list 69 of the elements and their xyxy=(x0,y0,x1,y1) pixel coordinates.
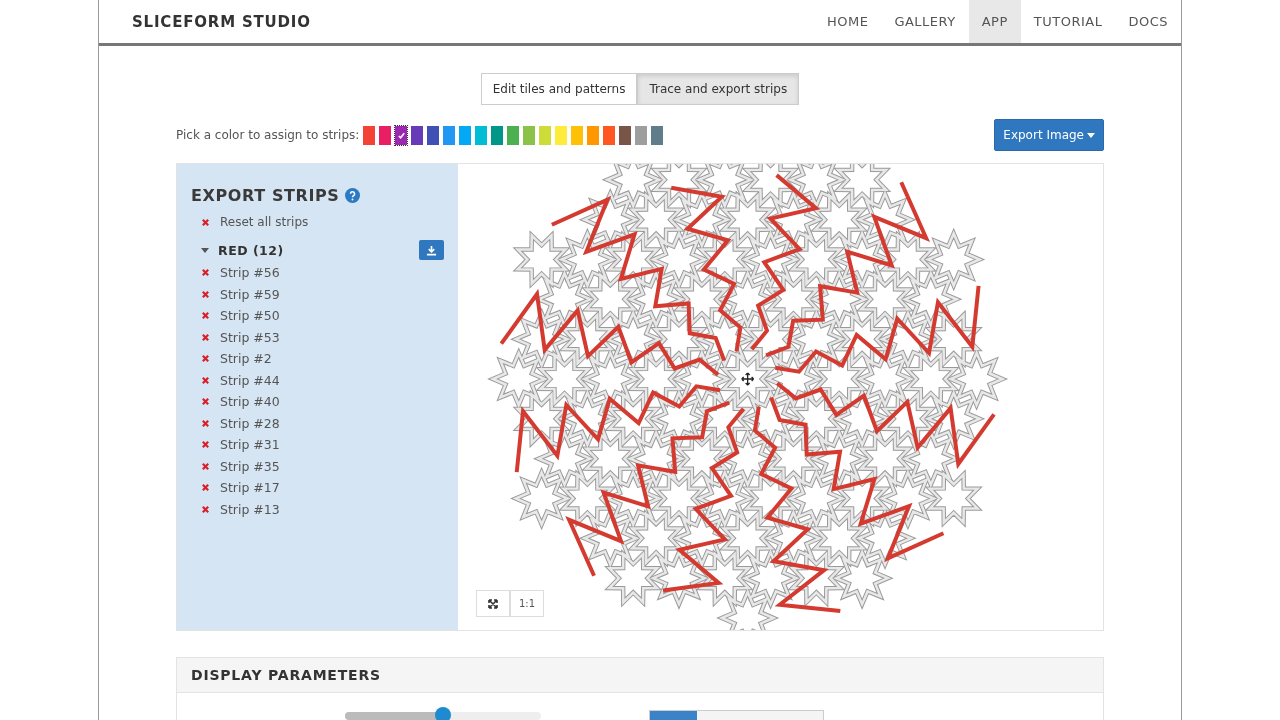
color-swatch[interactable] xyxy=(651,125,664,145)
mode-tab[interactable]: Trace and export strips xyxy=(637,73,800,105)
color-swatch[interactable] xyxy=(635,125,648,145)
color-swatch[interactable] xyxy=(395,125,408,145)
nav-link[interactable]: DOCS xyxy=(1115,0,1181,43)
color-swatch[interactable] xyxy=(523,125,536,145)
color-swatch[interactable] xyxy=(619,125,632,145)
check-icon xyxy=(396,130,406,140)
download-button[interactable] xyxy=(419,240,444,260)
expand-caret-icon[interactable] xyxy=(201,247,209,253)
picker-label: Pick a color to assign to strips: xyxy=(176,128,360,142)
remove-icon[interactable] xyxy=(201,461,210,471)
color-swatch[interactable] xyxy=(555,125,568,145)
remove-icon[interactable] xyxy=(201,397,210,407)
move-icon xyxy=(741,372,755,386)
color-swatch[interactable] xyxy=(475,125,488,145)
strip-item[interactable]: Strip #13 xyxy=(220,501,280,517)
color-swatch[interactable] xyxy=(587,125,600,145)
remove-icon[interactable] xyxy=(201,440,210,450)
download-icon xyxy=(426,244,437,256)
export-image-button[interactable]: Export Image xyxy=(994,119,1104,151)
color-swatch[interactable] xyxy=(363,125,376,145)
remove-icon[interactable] xyxy=(201,332,210,342)
fit-icon xyxy=(488,598,498,609)
remove-icon[interactable] xyxy=(201,268,210,278)
fit-button[interactable] xyxy=(476,590,510,617)
color-swatch[interactable] xyxy=(603,125,616,145)
group-label[interactable]: RED (12) xyxy=(218,242,284,258)
remove-icon[interactable] xyxy=(201,311,210,321)
remove-icon[interactable] xyxy=(201,504,210,514)
color-swatch[interactable] xyxy=(539,125,552,145)
strip-item[interactable]: Strip #31 xyxy=(220,437,280,453)
color-swatch[interactable] xyxy=(571,125,584,145)
brand-logo[interactable]: SLICEFORM STUDIO xyxy=(132,12,311,31)
color-swatch[interactable] xyxy=(427,125,440,145)
strip-item[interactable]: Strip #53 xyxy=(220,329,280,345)
strip-item[interactable]: Strip #28 xyxy=(220,415,280,431)
color-swatch[interactable] xyxy=(379,125,392,145)
mode-tab[interactable]: Edit tiles and patterns xyxy=(480,73,638,105)
color-swatch[interactable] xyxy=(411,125,424,145)
color-swatch[interactable] xyxy=(507,125,520,145)
color-swatch[interactable] xyxy=(443,125,456,145)
help-icon[interactable] xyxy=(345,188,361,203)
caret-icon xyxy=(1087,132,1095,138)
panel-title: DISPLAY PARAMETERS xyxy=(191,667,381,683)
strip-item[interactable]: Strip #2 xyxy=(220,351,272,367)
strip-item[interactable]: Strip #56 xyxy=(220,265,280,281)
remove-icon[interactable] xyxy=(201,289,210,299)
remove-icon[interactable] xyxy=(201,418,210,428)
nav-link[interactable]: GALLERY xyxy=(881,0,969,43)
nav-link[interactable]: APP xyxy=(968,0,1021,43)
remove-icon[interactable] xyxy=(201,354,210,364)
slider-thumb[interactable] xyxy=(435,707,451,720)
color-swatch[interactable] xyxy=(459,125,472,145)
strip-item[interactable]: Strip #17 xyxy=(220,480,280,496)
remove-icon[interactable] xyxy=(201,375,210,385)
strip-item[interactable]: Strip #40 xyxy=(220,394,280,410)
sidebar-title: EXPORT STRIPS xyxy=(191,186,340,205)
strip-item[interactable]: Strip #35 xyxy=(220,458,280,474)
strip-item[interactable]: Strip #59 xyxy=(220,286,280,302)
color-swatch[interactable] xyxy=(491,125,504,145)
strip-item[interactable]: Strip #50 xyxy=(220,308,280,324)
reset-link[interactable]: Reset all strips xyxy=(220,215,309,229)
nav-link[interactable]: TUTORIAL xyxy=(1020,0,1116,43)
actual-size-button[interactable]: 1:1 xyxy=(510,590,544,617)
strip-item[interactable]: Strip #44 xyxy=(220,372,280,388)
remove-icon[interactable] xyxy=(201,217,210,227)
remove-icon[interactable] xyxy=(201,483,210,493)
nav-link[interactable]: HOME xyxy=(813,0,882,43)
